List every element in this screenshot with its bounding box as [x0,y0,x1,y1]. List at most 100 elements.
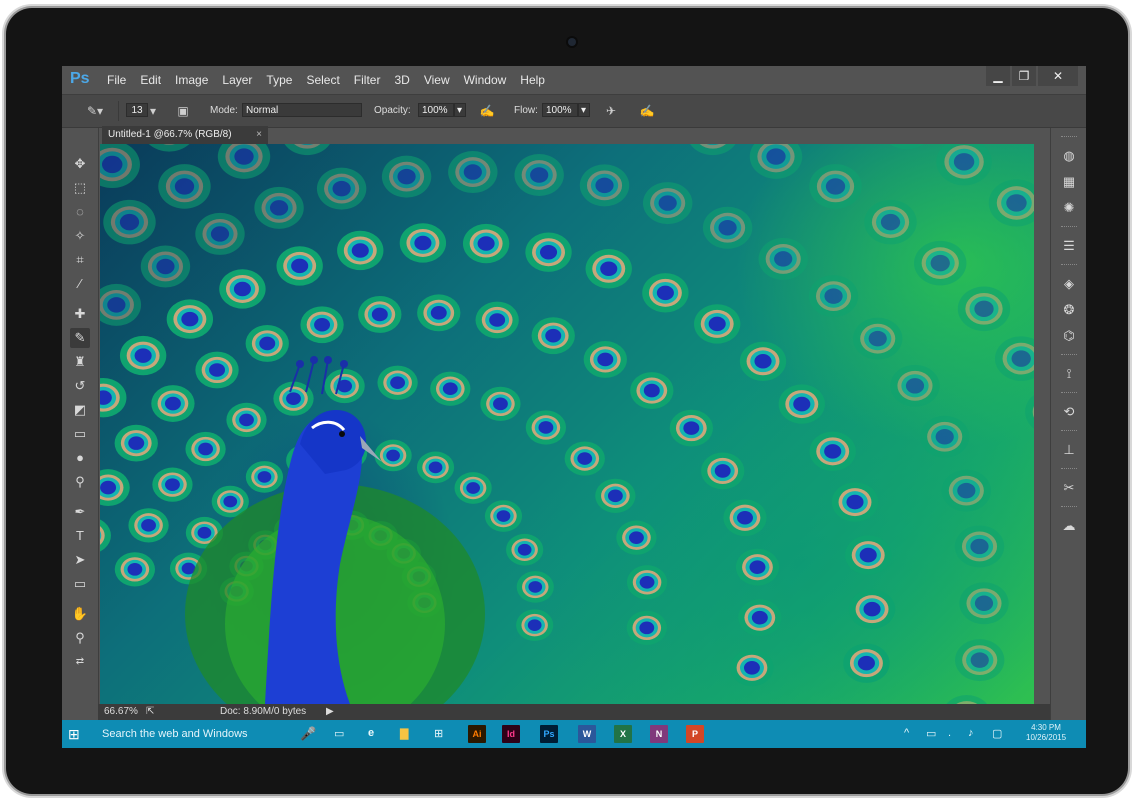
panel-grip[interactable] [1061,468,1077,472]
menu-window[interactable]: Window [464,73,507,87]
taskbar-search[interactable]: Search the web and Windows [102,728,248,740]
hand-tool-icon[interactable]: ✋ [70,604,90,624]
panel-dock: ◍ ▦ ✺ ☰ ◈ ❂ ⌬ ⟟ ⟲ ⊥ ✂ ☁ [1050,128,1086,720]
spot-healing-tool-icon[interactable]: ✚ [70,304,90,324]
properties-panel-icon[interactable]: ☰ [1059,236,1079,256]
panel-grip[interactable] [1061,264,1077,268]
type-tool-icon[interactable]: T [70,526,90,546]
paths-panel-icon[interactable]: ⌬ [1059,326,1079,346]
indesign-app-icon[interactable]: Id [502,725,520,743]
eraser-tool-icon[interactable]: ◩ [70,400,90,420]
feather-eye [564,441,605,476]
brush-preset-icon[interactable]: ✎▾ [86,103,104,119]
layers-panel-icon[interactable]: ◈ [1059,274,1079,294]
path-selection-tool-icon[interactable]: ➤ [70,550,90,570]
minimize-button[interactable]: ▁ [986,66,1010,86]
gradient-tool-icon[interactable]: ▭ [70,424,90,444]
menu-image[interactable]: Image [175,73,208,87]
front-camera [568,38,576,46]
swap-colors-icon[interactable]: ⇄ [70,652,90,672]
edge-browser-icon[interactable]: e [368,727,374,739]
menu-view[interactable]: View [424,73,450,87]
volume-icon[interactable]: ♪ [968,727,974,739]
quick-selection-tool-icon[interactable]: ✧ [70,226,90,246]
panel-grip[interactable] [1061,506,1077,510]
status-bar: 66.67% ⇱ Doc: 8.90M/0 bytes ▶ [98,704,1086,720]
action-center-icon[interactable]: ▢ [992,727,1002,740]
microphone-icon[interactable]: 🎤 [300,726,316,742]
clone-stamp-tool-icon[interactable]: ♜ [70,352,90,372]
airbrush-icon[interactable]: ✈ [602,103,620,119]
document-tab[interactable]: Untitled-1 @66.7% (RGB/8) × [102,126,268,144]
crop-tool-icon[interactable]: ⌗ [70,250,90,270]
menu-filter[interactable]: Filter [354,73,381,87]
brush-presets-panel-icon[interactable]: ⟟ [1059,364,1079,384]
opacity-field[interactable]: 100% [418,103,454,117]
zoom-level[interactable]: 66.67% [104,704,138,720]
opacity-chevron-icon[interactable]: ▾ [454,103,466,117]
task-view-icon[interactable]: ▭ [334,727,344,740]
flow-field[interactable]: 100% [542,103,578,117]
panel-grip[interactable] [1061,430,1077,434]
document-canvas[interactable] [100,144,1034,704]
swatches-panel-icon[interactable]: ▦ [1059,172,1079,192]
store-icon[interactable]: ⊞ [434,727,443,740]
network-icon[interactable]: . [948,727,951,739]
brush-tool-icon[interactable]: ✎ [70,328,90,348]
mode-select[interactable]: Normal [242,103,362,117]
word-app-icon[interactable]: W [578,725,596,743]
zoom-tool-icon[interactable]: ⚲ [70,628,90,648]
menu-edit[interactable]: Edit [140,73,161,87]
mode-label: Mode: [210,105,238,116]
brush-panel-icon[interactable]: ▣ [174,103,192,119]
panel-grip[interactable] [1061,392,1077,396]
windows-start-icon[interactable]: ⊞ [68,726,84,742]
close-button[interactable]: ✕ [1038,66,1078,86]
menu-file[interactable]: File [107,73,126,87]
panel-grip[interactable] [1061,354,1077,358]
close-tab-icon[interactable]: × [256,126,262,144]
panel-grip[interactable] [1061,226,1077,230]
show-hidden-icons-icon[interactable]: ^ [904,727,909,739]
chevron-down-icon[interactable]: ▾ [148,103,158,119]
export-icon[interactable]: ⇱ [146,704,154,720]
menu-select[interactable]: Select [306,73,339,87]
creative-cloud-icon[interactable]: ☁ [1059,516,1079,536]
marquee-tool-icon[interactable]: ⬚ [70,178,90,198]
panel-grip[interactable] [1061,136,1077,140]
menu-3d[interactable]: 3D [394,73,409,87]
illustrator-app-icon[interactable]: Ai [468,725,486,743]
color-panel-icon[interactable]: ◍ [1059,146,1079,166]
excel-app-icon[interactable]: X [614,725,632,743]
character-panel-icon[interactable]: ⊥ [1059,440,1079,460]
adjustments-panel-icon[interactable]: ✺ [1059,198,1079,218]
history-panel-icon[interactable]: ⟲ [1059,402,1079,422]
onenote-app-icon[interactable]: N [650,725,668,743]
status-menu-arrow-icon[interactable]: ▶ [326,704,334,720]
menu-help[interactable]: Help [520,73,545,87]
pressure-opacity-icon[interactable]: ✍ [478,103,496,119]
restore-button[interactable]: ❐ [1012,66,1036,86]
taskbar-clock[interactable]: 4:30 PM 10/26/2015 [1026,723,1066,743]
tool-presets-panel-icon[interactable]: ✂ [1059,478,1079,498]
powerpoint-app-icon[interactable]: P [686,725,704,743]
photoshop-app-icon[interactable]: Ps [540,725,558,743]
lasso-tool-icon[interactable]: ◌ [70,202,90,222]
battery-icon[interactable]: ▭ [926,727,936,740]
history-brush-tool-icon[interactable]: ↺ [70,376,90,396]
dodge-tool-icon[interactable]: ⚲ [70,472,90,492]
rectangle-tool-icon[interactable]: ▭ [70,574,90,594]
eyedropper-tool-icon[interactable]: ⁄ [70,274,90,294]
menu-type[interactable]: Type [266,73,292,87]
file-explorer-icon[interactable]: ▇ [400,727,408,740]
pen-tool-icon[interactable]: ✒ [70,502,90,522]
blur-tool-icon[interactable]: ● [70,448,90,468]
menu-layer[interactable]: Layer [222,73,252,87]
flow-chevron-icon[interactable]: ▾ [578,103,590,117]
move-tool-icon[interactable]: ✥ [70,154,90,174]
channels-panel-icon[interactable]: ❂ [1059,300,1079,320]
feather-eye [845,535,892,575]
brush-size-field[interactable]: 13 [126,103,148,117]
pressure-size-icon[interactable]: ✍ [638,103,656,119]
feather-eye [245,461,284,493]
